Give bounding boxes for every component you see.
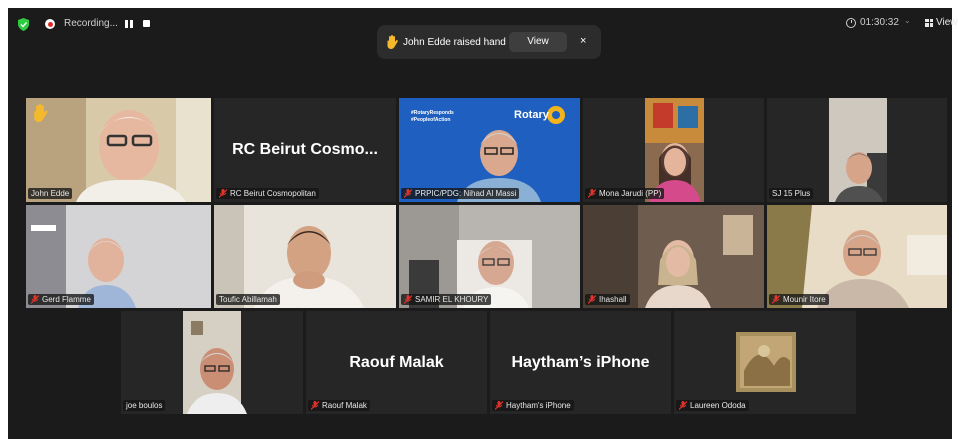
raised-hand-icon <box>387 35 398 49</box>
participant-big-name: RC Beirut Cosmo... <box>232 141 378 158</box>
participant-name-tag: SAMIR EL KHOURY <box>401 294 492 305</box>
video-tile-john-edde[interactable]: John Edde <box>26 98 211 202</box>
video-tile-sj-15-plus[interactable]: SJ 15 Plus <box>767 98 947 202</box>
view-button[interactable]: View <box>925 17 958 28</box>
participant-name: John Edde <box>31 189 70 198</box>
chevron-down-icon[interactable]: ⌄ <box>904 16 911 25</box>
participant-name-tag: Mona Jarudi (PP) <box>585 188 665 199</box>
raised-hand-icon <box>34 104 48 122</box>
shield-icon[interactable] <box>18 18 29 31</box>
notification-text: John Edde raised hand <box>403 37 506 48</box>
raised-hand-notification: John Edde raised hand View × <box>377 25 601 59</box>
participant-video <box>767 205 947 308</box>
participant-name-tag: Haytham's iPhone <box>492 400 574 411</box>
participant-name: Laureen Ododa <box>690 401 746 410</box>
participant-name: Mounir Itore <box>783 295 826 304</box>
participant-name-tag: John Edde <box>28 188 73 199</box>
participant-name-tag: SJ 15 Plus <box>769 188 814 199</box>
participant-name-tag: joe boulos <box>123 400 166 411</box>
grid-view-icon <box>925 18 933 27</box>
participant-video <box>583 98 764 202</box>
participant-big-name: Raouf Malak <box>349 353 444 371</box>
participant-name-tag: Toufic Abillamah <box>216 294 280 305</box>
participant-name-tag: Ihashall <box>585 294 630 305</box>
participant-name: Mona Jarudi (PP) <box>599 189 662 198</box>
video-tile-laureen-ododa[interactable]: Laureen Ododa <box>674 311 856 414</box>
participant-name: Gerd Flamme <box>42 295 91 304</box>
participant-avatar <box>674 311 856 414</box>
participant-name: SAMIR EL KHOURY <box>415 295 489 304</box>
mic-muted-icon <box>495 401 503 410</box>
participant-name-tag: Raouf Malak <box>308 400 370 411</box>
mic-muted-icon <box>219 189 227 198</box>
mic-muted-icon <box>772 295 780 304</box>
view-button-label: View <box>936 17 958 28</box>
banner-text: #RotaryResponds #PeopleofAction <box>411 110 454 124</box>
stop-recording-icon[interactable] <box>143 20 150 27</box>
participant-big-name: Haytham’s iPhone <box>511 353 650 371</box>
participant-name-tag: Mounir Itore <box>769 294 829 305</box>
participant-name-tag: Laureen Ododa <box>676 400 749 411</box>
video-tile-joe-boulos[interactable]: joe boulos <box>121 311 303 414</box>
video-tile-raouf-malak[interactable]: Raouf Malak Raouf Malak <box>306 311 487 414</box>
mic-muted-icon <box>588 189 596 198</box>
participant-name: joe boulos <box>126 401 163 410</box>
clock-icon <box>846 17 856 28</box>
video-tile-haytham-iphone[interactable]: Haytham’s iPhone Haytham's iPhone <box>490 311 671 414</box>
notification-view-button[interactable]: View <box>509 32 567 52</box>
close-icon[interactable]: × <box>580 35 586 47</box>
video-tile-gerd-flamme[interactable]: Gerd Flamme <box>26 205 211 308</box>
meeting-timer: 01:30:32 <box>846 17 899 28</box>
zoom-window: Recording... 01:30:32 ⌄ View John Edde r… <box>8 8 958 439</box>
pause-recording-icon[interactable] <box>125 20 133 28</box>
video-tile-samir-el-khoury[interactable]: SAMIR EL KHOURY <box>399 205 580 308</box>
participant-name: Haytham's iPhone <box>506 401 571 410</box>
participant-name: Ihashall <box>599 295 627 304</box>
video-tile-rc-beirut[interactable]: RC Beirut Cosmo... RC Beirut Cosmopolita… <box>214 98 396 202</box>
participant-name: Raouf Malak <box>322 401 367 410</box>
participant-name: SJ 15 Plus <box>772 189 811 198</box>
participant-name-tag: Gerd Flamme <box>28 294 94 305</box>
participant-video <box>26 98 211 202</box>
participant-name: Toufic Abillamah <box>219 295 277 304</box>
video-tile-nihad-al-massi[interactable]: #RotaryResponds #PeopleofAction Rotary PR… <box>399 98 580 202</box>
recording-icon <box>45 19 55 29</box>
banner-line: #RotaryResponds <box>411 110 454 116</box>
mic-muted-icon <box>588 295 596 304</box>
mic-muted-icon <box>404 189 412 198</box>
participant-video <box>767 98 947 202</box>
mic-muted-icon <box>311 401 319 410</box>
participant-name: RC Beirut Cosmopolitan <box>230 189 316 198</box>
participant-name-tag: RC Beirut Cosmopolitan <box>216 188 319 199</box>
mic-muted-icon <box>31 295 39 304</box>
participant-video <box>214 205 396 308</box>
participant-name: PRPIC/PDG: Nihad Al Massi <box>415 189 517 198</box>
mic-muted-icon <box>679 401 687 410</box>
video-tile-mounir-itore[interactable]: Mounir Itore <box>767 205 947 308</box>
video-tile-toufic-abillamah[interactable]: Toufic Abillamah <box>214 205 396 308</box>
video-tile-ihashall[interactable]: Ihashall <box>583 205 764 308</box>
video-tile-mona-jarudi[interactable]: Mona Jarudi (PP) <box>583 98 764 202</box>
participant-video <box>121 311 303 414</box>
rotary-logo: Rotary <box>514 109 549 121</box>
participant-video <box>583 205 764 308</box>
participant-name-tag: PRPIC/PDG: Nihad Al Massi <box>401 188 520 199</box>
participant-video <box>399 205 580 308</box>
mic-muted-icon <box>404 295 412 304</box>
timer-text: 01:30:32 <box>860 17 899 28</box>
banner-line: #PeopleofAction <box>411 117 451 123</box>
participant-video <box>26 205 211 308</box>
recording-label: Recording... <box>64 18 118 29</box>
